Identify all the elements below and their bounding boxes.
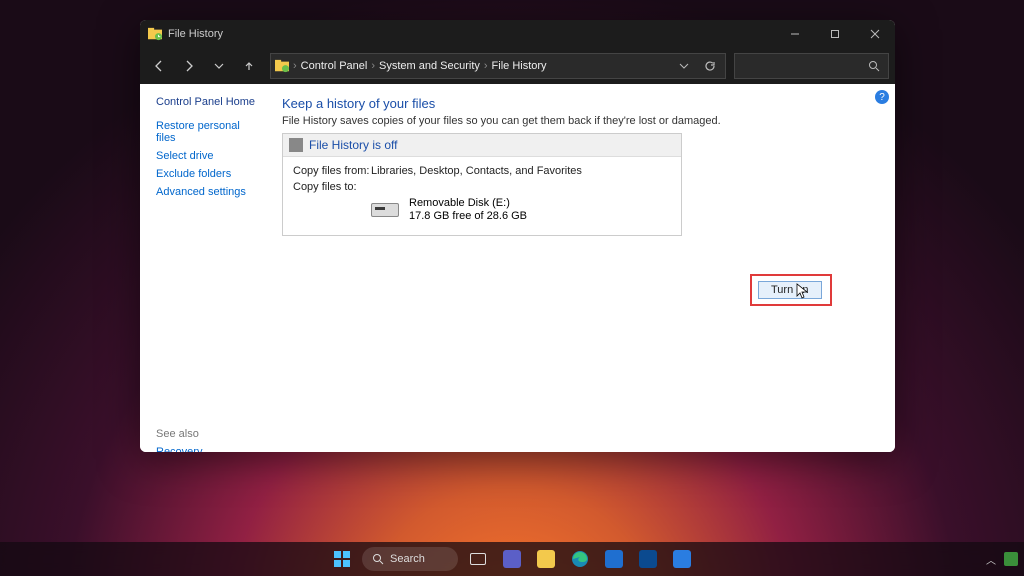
turn-on-button[interactable]: Turn on	[758, 281, 822, 299]
taskbar-app-explorer[interactable]	[532, 545, 560, 573]
status-title: File History is off	[309, 138, 397, 152]
maximize-button[interactable]	[815, 20, 855, 48]
forward-button[interactable]	[176, 53, 202, 79]
search-icon	[372, 553, 384, 565]
disk-icon	[371, 203, 399, 217]
recent-dropdown[interactable]	[206, 53, 232, 79]
copy-to-label: Copy files to:	[293, 181, 371, 193]
taskbar-app-edge[interactable]	[566, 545, 594, 573]
breadcrumb[interactable]: › Control Panel › System and Security › …	[270, 53, 726, 79]
page-heading: Keep a history of your files	[282, 96, 877, 111]
disk-name: Removable Disk (E:)	[409, 197, 527, 210]
disk-free: 17.8 GB free of 28.6 GB	[409, 210, 527, 223]
highlight-box: Turn on	[750, 274, 832, 306]
sidebar-link-advanced[interactable]: Advanced settings	[156, 186, 260, 198]
address-dropdown[interactable]	[673, 61, 695, 71]
taskbar-app-chat[interactable]	[498, 545, 526, 573]
control-panel-home-link[interactable]: Control Panel Home	[156, 96, 260, 108]
page-subtext: File History saves copies of your files …	[282, 115, 877, 127]
tray-app-icon[interactable]	[1004, 552, 1018, 566]
sidebar-link-exclude[interactable]: Exclude folders	[156, 168, 260, 180]
taskbar-search[interactable]: Search	[362, 547, 458, 571]
file-history-window: File History › Control Panel › System an…	[140, 20, 895, 452]
main-panel: ? Keep a history of your files File Hist…	[270, 84, 895, 452]
folder-icon	[275, 59, 289, 73]
search-icon	[868, 60, 880, 72]
close-button[interactable]	[855, 20, 895, 48]
taskbar-search-label: Search	[390, 553, 425, 565]
status-box: File History is off Copy files from: Lib…	[282, 133, 682, 236]
titlebar[interactable]: File History	[140, 20, 895, 48]
copy-from-value: Libraries, Desktop, Contacts, and Favori…	[371, 165, 582, 177]
copy-from-label: Copy files from:	[293, 165, 371, 177]
back-button[interactable]	[146, 53, 172, 79]
taskbar-app-settings[interactable]	[668, 545, 696, 573]
taskbar-app-terminal[interactable]	[634, 545, 662, 573]
sidebar: Control Panel Home Restore personal file…	[140, 84, 270, 452]
see-also-label: See also	[156, 428, 260, 440]
system-tray[interactable]: ︿	[986, 542, 1018, 576]
taskbar[interactable]: Search	[0, 542, 1024, 576]
up-button[interactable]	[236, 53, 262, 79]
address-bar: › Control Panel › System and Security › …	[140, 48, 895, 84]
help-icon[interactable]: ?	[875, 90, 889, 104]
task-view-button[interactable]	[464, 545, 492, 573]
sidebar-link-recovery[interactable]: Recovery	[156, 446, 260, 452]
start-button[interactable]	[328, 545, 356, 573]
chevron-right-icon: ›	[371, 60, 375, 72]
app-icon	[148, 27, 162, 41]
search-input[interactable]	[734, 53, 889, 79]
chevron-right-icon: ›	[484, 60, 488, 72]
sidebar-link-select-drive[interactable]: Select drive	[156, 150, 260, 162]
status-icon	[289, 138, 303, 152]
window-title: File History	[168, 28, 223, 40]
breadcrumb-item[interactable]: File History	[492, 60, 547, 72]
breadcrumb-item[interactable]: Control Panel	[301, 60, 368, 72]
tray-chevron-icon[interactable]: ︿	[986, 552, 996, 567]
refresh-button[interactable]	[699, 60, 721, 72]
taskbar-app-store[interactable]	[600, 545, 628, 573]
breadcrumb-item[interactable]: System and Security	[379, 60, 480, 72]
chevron-right-icon: ›	[293, 60, 297, 72]
sidebar-link-restore[interactable]: Restore personal files	[156, 120, 260, 144]
minimize-button[interactable]	[775, 20, 815, 48]
